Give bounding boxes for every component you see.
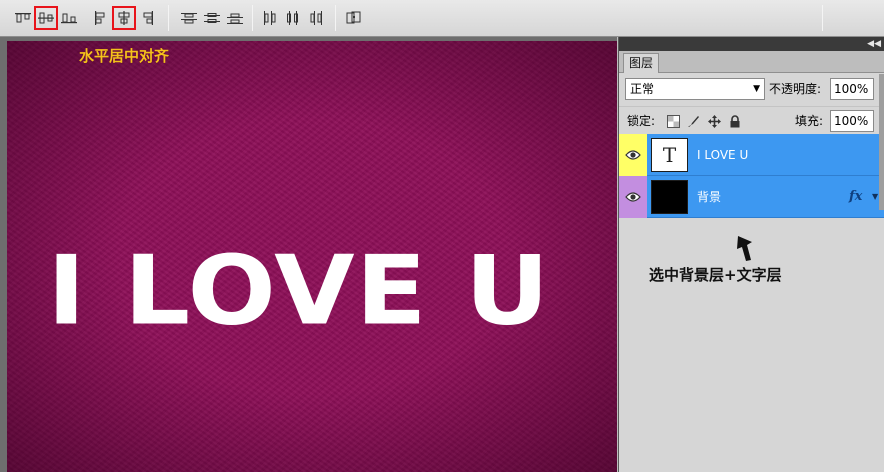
lock-image-pixels-icon[interactable]: [686, 114, 700, 128]
panel-dock-bar: ◀◀: [619, 37, 884, 51]
align-left-edges-button[interactable]: [90, 7, 112, 29]
distribute-vertical-centers-button[interactable]: [201, 7, 223, 29]
lock-position-icon[interactable]: [707, 114, 721, 128]
document-window: 水平居中对齐 I LOVE U: [0, 37, 617, 472]
distribute-bottom-edges-button[interactable]: [224, 7, 246, 29]
layer-row-background[interactable]: 背景 fx ▼: [619, 176, 884, 218]
fill-field[interactable]: 100%: [830, 110, 874, 132]
distribute-right-edges-button[interactable]: [305, 7, 327, 29]
blend-mode-select[interactable]: 正常 ▼: [625, 78, 765, 100]
layer-visibility-toggle[interactable]: [619, 176, 647, 218]
distribute-top-edges-icon: [181, 13, 197, 24]
layer-name: I LOVE U: [697, 148, 749, 162]
layer-name: 背景: [697, 190, 722, 204]
canvas[interactable]: 水平居中对齐 I LOVE U: [7, 41, 617, 472]
distribute-bottom-edges-icon: [227, 13, 243, 24]
annotation-text: 选中背景层+文字层: [649, 266, 782, 284]
align-top-edges-button[interactable]: [12, 7, 34, 29]
background-layer-thumbnail: [651, 180, 688, 214]
eye-icon: [625, 192, 641, 202]
fill-label: 填充:: [795, 114, 824, 128]
distribute-left-edges-icon: [264, 11, 276, 25]
align-top-edges-icon: [15, 13, 31, 23]
distribute-right-edges-icon: [310, 11, 322, 25]
align-horizontal-centers-button[interactable]: [112, 6, 136, 30]
blend-row: 正常 ▼ 不透明度: 100%: [619, 74, 884, 104]
chevron-down-icon: ▼: [753, 84, 760, 94]
panel-tab-bar: 图层: [619, 51, 884, 73]
eye-icon: [625, 150, 641, 160]
auto-align-layers-button[interactable]: [343, 7, 365, 29]
distribute-vertical-centers-icon: [204, 13, 220, 23]
lock-row: 锁定: 填充: 100%: [619, 106, 884, 134]
distribute-horizontal-centers-icon: [287, 11, 298, 25]
layer-row-text[interactable]: T I LOVE U: [619, 134, 884, 176]
align-bottom-edges-icon: [61, 13, 77, 24]
distribute-top-edges-button[interactable]: [178, 7, 200, 29]
blend-mode-value: 正常: [630, 82, 655, 96]
layer-visibility-toggle[interactable]: [619, 134, 647, 176]
opacity-label: 不透明度:: [769, 82, 822, 96]
distribute-left-edges-button[interactable]: [259, 7, 281, 29]
lock-all-icon[interactable]: [728, 114, 742, 128]
align-vertical-centers-icon: [38, 12, 54, 24]
chevron-down-icon[interactable]: ▼: [872, 176, 878, 218]
options-toolbar: [0, 0, 884, 37]
opacity-field[interactable]: 100%: [830, 78, 874, 100]
collapse-icon[interactable]: ◀◀: [867, 38, 881, 50]
align-right-edges-button[interactable]: [136, 7, 158, 29]
lock-transparent-pixels-icon[interactable]: [666, 114, 680, 128]
canvas-text-layer[interactable]: I LOVE U: [47, 240, 567, 341]
tab-layers[interactable]: 图层: [623, 53, 660, 73]
align-bottom-edges-button[interactable]: [58, 7, 80, 29]
arrow-up-icon: [737, 236, 752, 261]
align-left-edges-icon: [95, 11, 105, 25]
lock-label: 锁定:: [627, 114, 656, 128]
text-layer-thumbnail: T: [651, 138, 688, 172]
fx-icon[interactable]: fx: [849, 176, 862, 218]
align-right-edges-icon: [143, 11, 153, 25]
auto-align-layers-icon: [346, 11, 361, 24]
align-horizontal-centers-icon: [118, 11, 130, 25]
align-vertical-centers-button[interactable]: [34, 6, 58, 30]
panel-scrollbar[interactable]: [879, 74, 884, 210]
layers-panel: ◀◀ 图层 正常 ▼ 不透明度: 100% 锁定: 填充: 100% T I L…: [618, 37, 884, 472]
layers-list: T I LOVE U 背景 fx ▼: [619, 134, 884, 218]
canvas-caption: 水平居中对齐: [79, 47, 170, 65]
distribute-horizontal-centers-button[interactable]: [282, 7, 304, 29]
